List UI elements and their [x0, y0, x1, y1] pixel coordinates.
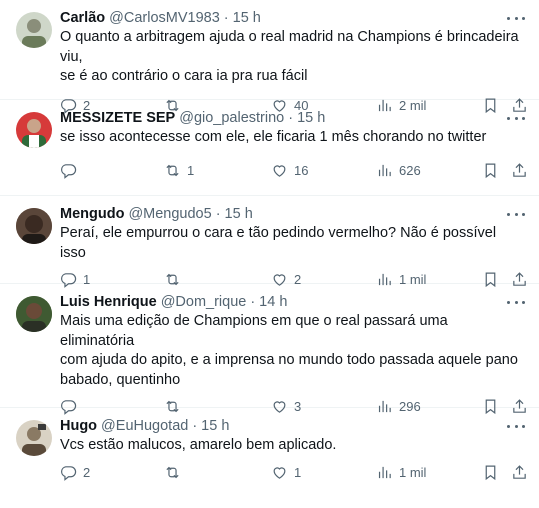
- tweet-header: Hugo @EuHugotad · 15 h: [60, 416, 525, 436]
- timestamp[interactable]: 15 h: [297, 110, 325, 126]
- tweet-text-line: Peraí, ele empurrou o cara e tão pedindo…: [60, 225, 497, 261]
- separator-dot: ·: [192, 418, 198, 434]
- retweet-button[interactable]: [164, 464, 187, 481]
- username-handle[interactable]: @CarlosMV1983: [109, 10, 220, 26]
- like-button[interactable]: 16: [271, 162, 308, 179]
- share-icon: [513, 464, 526, 479]
- tweet-text-line: babado, quentinho: [60, 371, 181, 388]
- display-name[interactable]: Carlão: [60, 10, 105, 26]
- tweet-text: se isso acontecesse com ele, ele ficaria…: [60, 128, 525, 148]
- tweet-actions: 1 16 626: [60, 156, 528, 186]
- tweet[interactable]: Hugo @EuHugotad · 15 h Vcs estão malucos…: [0, 408, 539, 508]
- view-count: 1 mil: [399, 464, 427, 480]
- bookmark-icon: [485, 465, 496, 480]
- bookmark-button[interactable]: [482, 464, 499, 481]
- tweet-header: Mengudo @Mengudo5 · 15 h: [60, 204, 525, 224]
- username-handle[interactable]: @EuHugotad: [101, 418, 188, 434]
- like-count: 1: [294, 464, 302, 480]
- separator-dot: ·: [288, 110, 294, 126]
- timestamp[interactable]: 14 h: [259, 294, 287, 310]
- tweet[interactable]: Mengudo @Mengudo5 · 15 h Peraí, ele empu…: [0, 196, 539, 288]
- more-icon: [507, 16, 510, 20]
- tweet[interactable]: Luis Henrique @Dom_rique · 14 h Mais uma…: [0, 284, 539, 415]
- retweet-count: 1: [187, 162, 195, 178]
- username-handle[interactable]: @gio_palestrino: [179, 110, 284, 126]
- bookmark-icon: [485, 163, 496, 178]
- display-name[interactable]: Luis Henrique: [60, 294, 157, 310]
- tweet-text: Mais uma edição de Champions em que o re…: [60, 312, 525, 390]
- reply-count: 2: [83, 464, 91, 480]
- tweet[interactable]: Carlão @CarlosMV1983 · 15 h O quanto a a…: [0, 0, 539, 114]
- separator-dot: ·: [223, 10, 229, 26]
- tweet-text-line: Vcs estão malucos, amarelo bem aplicado.: [60, 437, 337, 453]
- avatar[interactable]: [16, 12, 52, 48]
- more-options-button[interactable]: [507, 296, 525, 308]
- timestamp[interactable]: 15 h: [225, 206, 253, 222]
- like-button[interactable]: 1: [271, 464, 301, 481]
- retweet-icon: [166, 466, 179, 478]
- more-options-button[interactable]: [507, 420, 525, 432]
- username-handle[interactable]: @Dom_rique: [161, 294, 247, 310]
- tweet-text-line: se é ao contrário o cara ia pra rua fáci…: [60, 68, 308, 84]
- retweet-button[interactable]: 1: [164, 162, 194, 179]
- avatar[interactable]: [16, 420, 52, 456]
- like-count: 16: [294, 162, 309, 178]
- share-icon: [513, 162, 526, 177]
- more-options-button[interactable]: [507, 112, 525, 124]
- separator-dot: ·: [250, 294, 256, 310]
- share-button[interactable]: [511, 464, 528, 481]
- views-button[interactable]: 1 mil: [376, 464, 426, 481]
- tweet-text: Peraí, ele empurrou o cara e tão pedindo…: [60, 224, 525, 263]
- reply-icon: [61, 465, 77, 481]
- tweet-text-line: Mais uma edição de Champions em que o re…: [60, 313, 448, 349]
- tweet-header: MESSIZETE SEP @gio_palestrino · 15 h: [60, 108, 525, 128]
- like-icon: [273, 164, 286, 177]
- views-button[interactable]: 626: [376, 162, 421, 179]
- views-icon: [378, 164, 391, 176]
- avatar[interactable]: [16, 208, 52, 244]
- tweet[interactable]: MESSIZETE SEP @gio_palestrino · 15 h se …: [0, 100, 539, 196]
- tweet-text-line: O quanto a arbitragem ajuda o real madri…: [60, 29, 519, 65]
- view-count: 626: [399, 162, 421, 178]
- tweet-text-line: com ajuda do apito, e a imprensa no mund…: [60, 352, 518, 368]
- tweet-header: Luis Henrique @Dom_rique · 14 h: [60, 292, 525, 312]
- more-icon: [507, 300, 510, 304]
- more-icon: [507, 116, 510, 120]
- reply-button[interactable]: [60, 162, 83, 179]
- avatar[interactable]: [16, 296, 52, 332]
- separator-dot: ·: [215, 206, 221, 222]
- display-name[interactable]: Mengudo: [60, 206, 124, 222]
- bookmark-button[interactable]: [482, 162, 499, 179]
- tweet-text-line: se isso acontecesse com ele, ele ficaria…: [60, 129, 487, 145]
- more-icon: [507, 424, 510, 428]
- tweet-text: O quanto a arbitragem ajuda o real madri…: [60, 28, 525, 87]
- display-name[interactable]: Hugo: [60, 418, 97, 434]
- reply-icon: [61, 163, 77, 179]
- like-icon: [273, 466, 286, 479]
- username-handle[interactable]: @Mengudo5: [128, 206, 211, 222]
- tweet-header: Carlão @CarlosMV1983 · 15 h: [60, 8, 525, 28]
- more-options-button[interactable]: [507, 208, 525, 220]
- tweet-text: Vcs estão malucos, amarelo bem aplicado.: [60, 436, 525, 456]
- tweet-feed: Carlão @CarlosMV1983 · 15 h O quanto a a…: [0, 0, 539, 508]
- timestamp[interactable]: 15 h: [233, 10, 261, 26]
- avatar[interactable]: [16, 112, 52, 148]
- more-icon: [507, 212, 510, 216]
- timestamp[interactable]: 15 h: [201, 418, 229, 434]
- reply-button[interactable]: 2: [60, 464, 90, 481]
- tweet-actions: 2 1 1 mil: [60, 458, 528, 488]
- share-button[interactable]: [511, 162, 528, 179]
- retweet-icon: [166, 164, 179, 176]
- views-icon: [378, 466, 391, 478]
- display-name[interactable]: MESSIZETE SEP: [60, 110, 175, 126]
- more-options-button[interactable]: [507, 12, 525, 24]
